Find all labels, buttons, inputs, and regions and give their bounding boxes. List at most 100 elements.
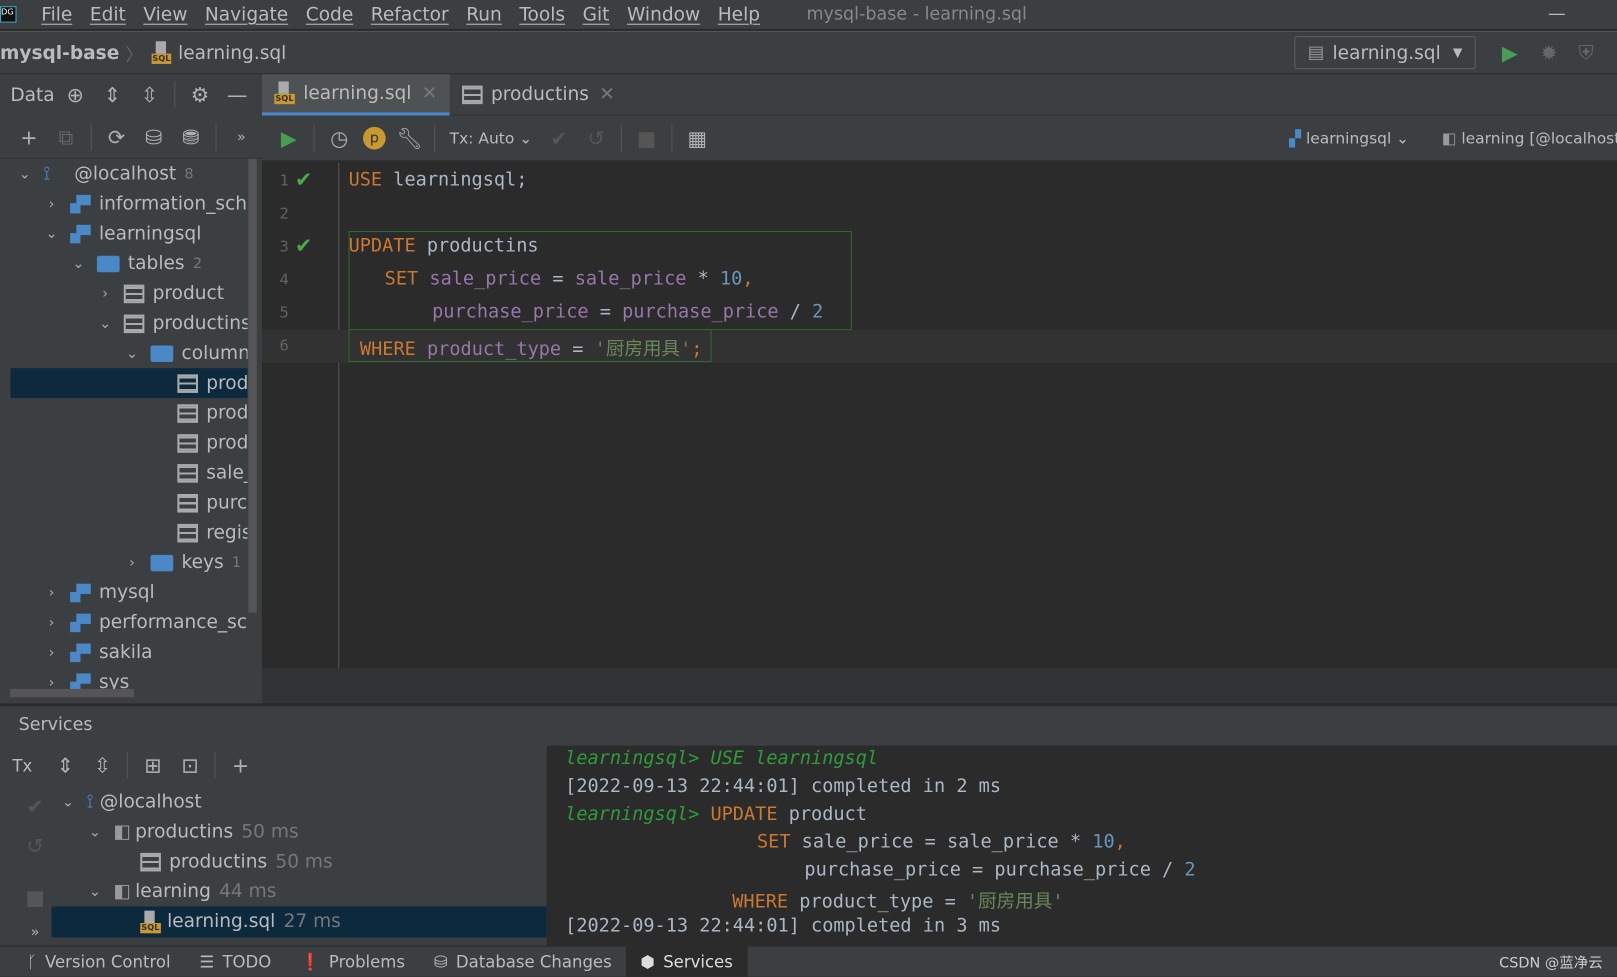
menu-help[interactable]: Help <box>718 4 760 26</box>
chevron-right-icon[interactable]: › <box>43 644 60 661</box>
tab-productins[interactable]: productins ✕ <box>450 75 628 114</box>
chevron-right-icon[interactable]: › <box>43 195 60 212</box>
service-item[interactable]: productins 50 ms <box>113 847 333 877</box>
tree-hscrollbar[interactable] <box>10 688 135 698</box>
tx-mode-select[interactable]: Tx: Auto ⌄ <box>450 128 533 147</box>
expand-all-icon[interactable]: ⇕ <box>52 752 79 779</box>
chevron-down-icon[interactable]: ⌄ <box>124 345 141 362</box>
item-count: 2 <box>192 255 203 272</box>
chevron-down-icon[interactable]: ⌄ <box>43 225 60 242</box>
schema-select[interactable]: ▞ learningsql ⌄ <box>1289 128 1409 147</box>
chevron-right-icon[interactable]: › <box>124 554 141 571</box>
commit-icon[interactable]: ✔ <box>546 124 573 151</box>
tree-item[interactable]: sale_p <box>151 458 248 488</box>
menu-git[interactable]: Git <box>583 4 610 26</box>
code-editor[interactable]: 1 2 3 4 5 6 ✔ ✔ USE learningsql; UPDATE … <box>261 162 1617 669</box>
history-icon[interactable]: ◷ <box>326 124 353 151</box>
menu-refactor[interactable]: Refactor <box>371 4 449 26</box>
tool-version-control[interactable]: ᚴ Version Control <box>0 946 185 977</box>
service-item[interactable]: ⌄ ◧ learning 44 ms <box>87 877 277 907</box>
tree-item[interactable]: produ <box>151 428 248 458</box>
tree-item[interactable]: › mysql <box>43 578 155 608</box>
collapse-all-icon[interactable]: ⇳ <box>136 81 163 108</box>
breadcrumb-project[interactable]: mysql-base <box>0 42 119 64</box>
chevron-down-icon[interactable]: ⌄ <box>17 166 34 183</box>
stop-icon[interactable]: ■ <box>22 884 49 911</box>
add-icon[interactable]: + <box>15 123 42 150</box>
add-icon[interactable]: + <box>227 752 254 779</box>
more-icon[interactable]: » <box>22 919 49 946</box>
tree-item[interactable]: › keys 1 <box>124 548 241 578</box>
service-item[interactable]: ⌄ ⟟ @localhost <box>60 787 202 817</box>
breadcrumb-file[interactable]: learning.sql <box>178 42 286 64</box>
hide-icon[interactable]: — <box>224 81 251 108</box>
chevron-right-icon[interactable]: › <box>43 614 60 631</box>
menu-file[interactable]: File <box>41 4 72 26</box>
service-item[interactable]: learning.sql 27 ms <box>113 907 341 937</box>
run-icon[interactable]: ▶ <box>1496 39 1523 66</box>
chevron-down-icon[interactable]: ⌄ <box>60 794 77 811</box>
menu-navigate[interactable]: Navigate <box>205 4 288 26</box>
coverage-icon[interactable]: ⛨ <box>1573 39 1600 66</box>
tree-item[interactable]: › performance_sche <box>43 607 248 637</box>
tree-item[interactable]: › sakila <box>43 637 153 667</box>
copy-icon[interactable]: ⧉ <box>53 123 80 150</box>
chevron-right-icon[interactable]: › <box>97 285 114 302</box>
expand-all-icon[interactable]: ⇕ <box>99 81 126 108</box>
commit-icon[interactable]: ✔ <box>22 793 49 820</box>
menu-code[interactable]: Code <box>306 4 354 26</box>
tree-scrollbar[interactable] <box>248 158 257 613</box>
minimize-button[interactable]: — <box>1548 4 1566 25</box>
close-icon[interactable]: ✕ <box>599 84 615 106</box>
tx-button[interactable]: Tx <box>12 755 32 775</box>
refresh-icon[interactable]: ⟳ <box>103 123 130 150</box>
group-icon[interactable]: ⊞ <box>139 752 166 779</box>
tool-problems[interactable]: ❗ Problems <box>286 946 420 977</box>
output-table-icon[interactable]: ▦ <box>684 124 711 151</box>
chevron-down-icon[interactable]: ⌄ <box>87 823 104 840</box>
stop-icon[interactable]: ■ <box>633 124 660 151</box>
run-config-select[interactable]: ▤ learning.sql ▼ <box>1294 36 1476 70</box>
chevron-down-icon[interactable]: ⌄ <box>70 255 87 272</box>
debug-icon[interactable]: ✹ <box>1536 39 1563 66</box>
menu-run[interactable]: Run <box>466 4 502 26</box>
wrench-icon[interactable]: 🔧︎ <box>396 124 423 151</box>
close-icon[interactable]: ✕ <box>422 82 438 104</box>
db-disconnect-icon[interactable]: ⛃ <box>177 123 204 150</box>
tree-item[interactable]: ⌄ tables 2 <box>70 249 202 279</box>
tree-item[interactable]: › information_schen <box>43 189 248 219</box>
more-icon[interactable]: » <box>228 123 255 150</box>
tree-item[interactable]: purch <box>151 488 248 518</box>
chevron-right-icon[interactable]: › <box>43 584 60 601</box>
tool-todo[interactable]: ☰ TODO <box>185 946 286 977</box>
session-select[interactable]: ◧ learning [@localhost] <box>1442 128 1617 147</box>
new-tab-icon[interactable]: ⊡ <box>177 752 204 779</box>
chevron-down-icon[interactable]: ⌄ <box>97 315 114 332</box>
rollback-icon[interactable]: ↺ <box>22 832 49 859</box>
tool-services[interactable]: ⬢ Services <box>626 946 748 977</box>
crosshair-icon[interactable]: ⊕ <box>62 81 89 108</box>
explain-plan-icon[interactable]: p <box>363 126 386 150</box>
db-properties-icon[interactable]: ⛁ <box>140 123 167 150</box>
collapse-all-icon[interactable]: ⇳ <box>89 752 116 779</box>
tree-item[interactable]: ⌄ ⟟ @localhost 8 <box>17 159 194 189</box>
gear-icon[interactable]: ⚙ <box>187 81 214 108</box>
menu-window[interactable]: Window <box>627 4 700 26</box>
menu-view[interactable]: View <box>143 4 187 26</box>
tool-database-changes[interactable]: ⛁ Database Changes <box>419 946 626 977</box>
tree-item[interactable]: ⌄ columns <box>124 338 248 368</box>
tree-item[interactable]: › product <box>97 278 224 308</box>
console-line: WHERE product_type = '厨房用具' <box>732 891 1064 913</box>
chevron-down-icon[interactable]: ⌄ <box>87 883 104 900</box>
rollback-icon[interactable]: ↺ <box>583 124 610 151</box>
tree-item[interactable]: produ <box>151 398 248 428</box>
tree-item[interactable]: regist <box>151 518 248 548</box>
execute-icon[interactable]: ▶ <box>275 124 302 151</box>
tree-item[interactable]: ⌄ productins <box>97 308 247 338</box>
tree-item[interactable]: produ <box>151 368 248 398</box>
service-item[interactable]: ⌄ ◧ productins 50 ms <box>87 817 299 847</box>
tree-item[interactable]: ⌄ learningsql <box>43 219 202 249</box>
menu-edit[interactable]: Edit <box>90 4 126 26</box>
menu-tools[interactable]: Tools <box>519 4 565 26</box>
tab-learning-sql[interactable]: learning.sql ✕ <box>261 73 450 115</box>
